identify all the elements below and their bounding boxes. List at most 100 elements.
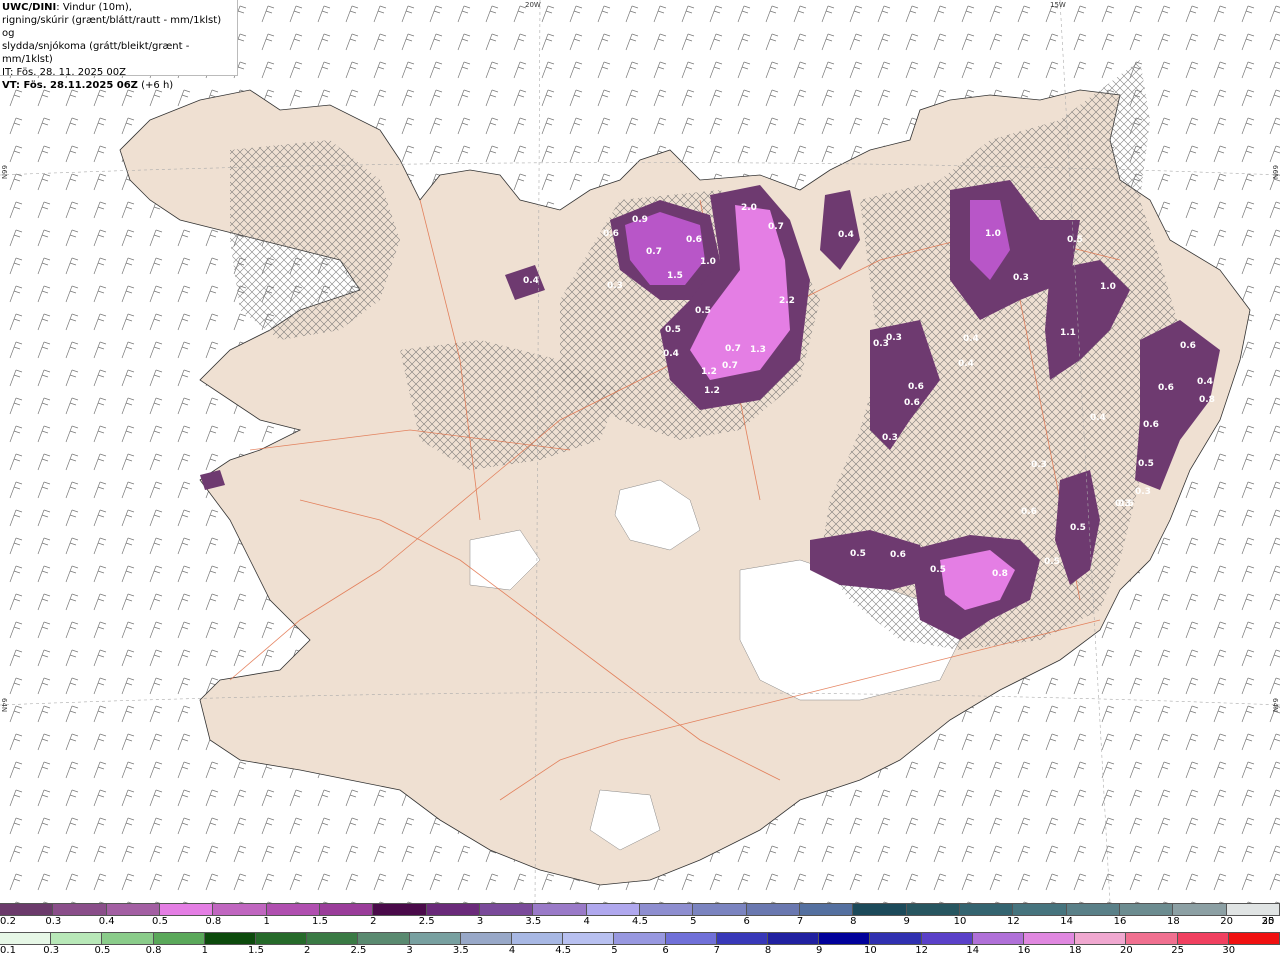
legend-label: 12 [1006,916,1020,927]
precip-value-label: 0.6 [603,229,619,239]
valid-offset: (+6 h) [137,80,174,91]
legend-swatch [373,904,427,915]
legend-swatch [972,933,1025,944]
precip-value-label: 0.3 [1135,487,1151,497]
legend-swatch [586,904,640,915]
legend-label: 5 [611,945,618,956]
title-line1: : Vindur (10m), [56,2,132,13]
title-box: UWC/DINI: Vindur (10m), rigning/skúrir (… [0,0,238,91]
legend-label: 2.5 [418,916,435,927]
precip-value-label: 0.4 [1090,413,1106,423]
legend-label: 14 [1060,916,1074,927]
legend-swatch [959,904,1014,915]
legend-label: 3.5 [452,945,469,956]
legend-swatch [460,933,513,944]
legend-label: 0.5 [152,916,168,927]
precip-value-label: 0.6 [686,235,702,245]
legend-label: 4.5 [555,945,572,956]
precip-value-label: 0.5 [1044,557,1060,567]
legend-swatch [1228,933,1280,944]
legend-label: 0.5 [94,945,111,956]
precip-value-label: 0.3 [1013,273,1029,283]
legend-label: 18 [1166,916,1180,927]
precip-value-label: 0.7 [768,222,784,232]
legend-label: 12 [915,945,928,956]
legend-swatch [307,933,359,944]
legend-label: 20 [1220,916,1234,927]
legend-label: 1 [201,945,208,956]
legend-swatch [319,904,374,915]
legend-label: 10 [953,916,967,927]
precip-value-label: 1.0 [700,257,716,267]
precip-value-label: 0.6 [890,550,906,560]
precip-value-label: 0.5 [1067,235,1083,245]
legend-label: 3 [476,916,484,927]
legend-label: 8 [850,916,857,927]
valid-time: VT: Fös. 28.11.2025 06Z [2,80,138,91]
precip-value-label: 0.4 [963,334,979,344]
legend-label: 3.5 [525,916,542,927]
precip-value-label: 0.5 [1138,459,1154,469]
legend-label: 0.2 [0,916,16,927]
legend-label: 4 [508,945,516,956]
precip-value-label: 0.4 [1197,377,1213,387]
legend-label: 16 [1113,916,1127,927]
legend-label: 0.3 [43,945,60,956]
legend-swatch [1119,904,1174,915]
precip-value-label: 1.3 [750,345,766,355]
precip-value-label: 0.5 [695,306,711,316]
legend-label: 18 [1068,945,1082,956]
legend-swatch [614,933,666,944]
lat-label-left-66n: 66N [0,165,8,180]
legend-label: 3 [406,945,413,956]
legend-swatch [639,904,694,915]
precip-value-label: 2.0 [741,203,757,213]
precip-value-label: 0.6 [1180,341,1196,351]
precip-value-label: 0.6 [1143,420,1159,430]
precip-value-label: 0.5 [665,325,681,335]
precip-value-label: 0.4 [958,359,974,369]
legend-swatch [1013,904,1067,915]
legend-swatch [746,904,800,915]
precip-value-label: 0.3 [886,333,902,343]
legend-swatch [665,933,717,944]
legend-label: 9 [903,916,910,927]
legend-swatch [906,904,960,915]
legend-swatch [479,904,534,915]
precip-value-label: 0.6 [908,382,924,392]
legend-swatch [799,904,854,915]
legend-label: 10 [864,945,877,956]
precip-value-label: 0.7 [646,247,662,257]
legend-label: 1.5 [312,916,328,927]
legend-swatch [1024,933,1076,944]
legend-swatch [533,904,587,915]
legend-label: 25 [1171,945,1184,956]
legend-swatch [819,933,871,944]
legend-swatch [409,933,461,944]
precip-value-label: 1.5 [667,271,683,281]
weather-map: 0.90.60.70.61.51.02.00.70.40.31.00.50.31… [0,0,1280,903]
legend-label: 2 [304,945,311,956]
legend-rain-colorbar [0,932,1280,945]
legend-swatch [1066,904,1120,915]
legend-swatch [358,933,410,944]
legend-label: 6 [743,916,750,927]
legend-swatch [1126,933,1178,944]
lat-label-right-64n: 64N [1271,698,1279,713]
legend-snow: 0.2 0.3 0.4 0.5 0.8 1 1.5 2 2.5 3 3.5 4 4.5 5 6 7 8 9 10 12… [0,903,1280,928]
precip-value-label: 0.7 [722,361,738,371]
legend-label: 4 [583,916,590,927]
legend-label: 30 [1261,916,1275,927]
legend-label: 30 [1222,945,1236,956]
legend-label: 2 [370,916,377,927]
legend-label: 8 [764,945,772,956]
legend-label: 1.5 [248,945,264,956]
legend-swatch [921,933,973,944]
title-line2: rigning/skúrir (grænt/blátt/rautt - mm/1… [2,15,222,39]
legend-label: 1 [263,916,270,927]
legend-swatch [1075,933,1127,944]
legend-swatch [213,904,267,915]
lon-label-15w: 15W [1050,1,1066,9]
precip-value-label: 1.0 [985,229,1001,239]
legend-swatch [106,904,160,915]
